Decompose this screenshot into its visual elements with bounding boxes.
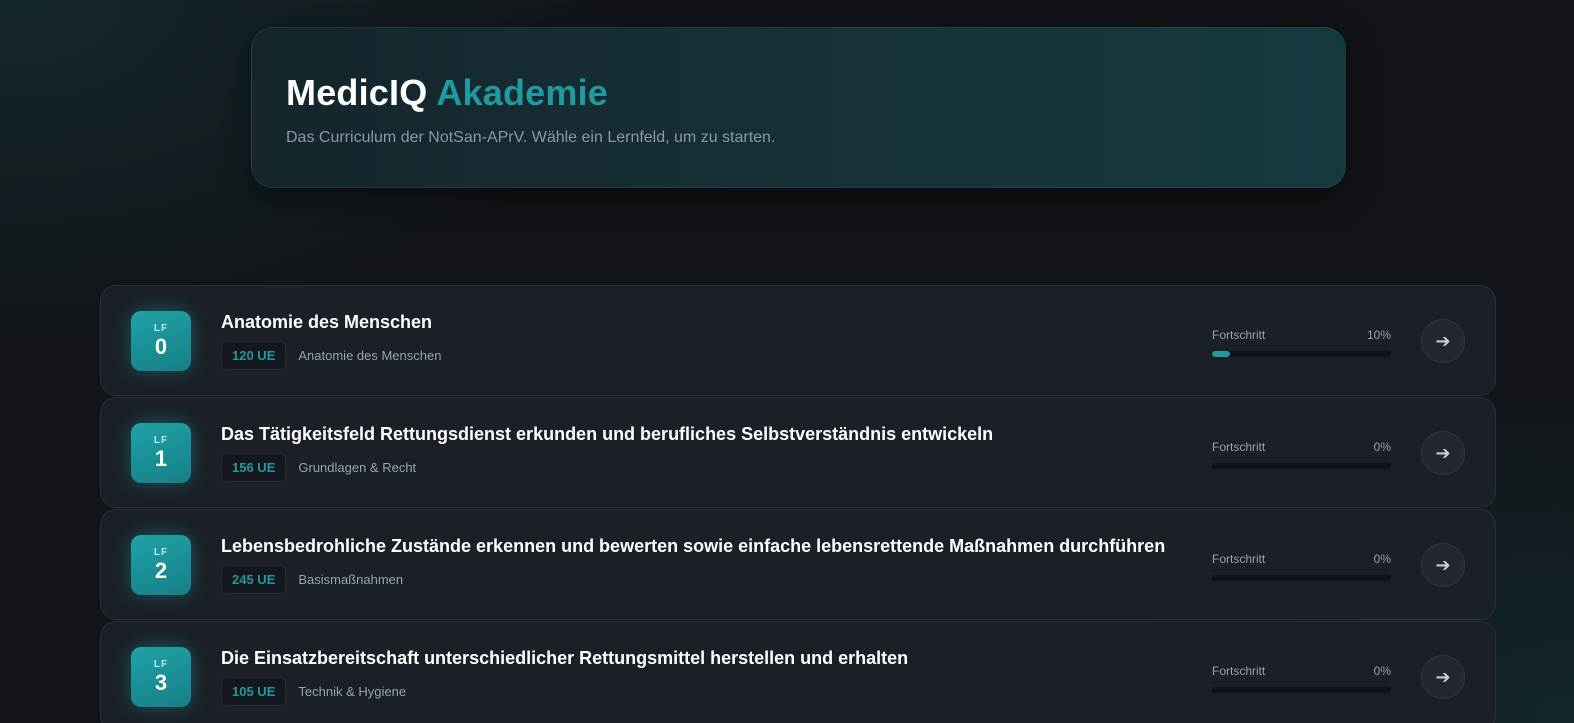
progress-block: Fortschritt 0% [1212,664,1391,693]
progress-label: Fortschritt [1212,552,1266,566]
module-category: Anatomie des Menschen [298,348,442,363]
progress-percent: 0% [1373,552,1391,566]
progress-block: Fortschritt 10% [1212,328,1391,357]
badge-label: LF [153,658,169,670]
hero-panel: MedicIQ Akademie Das Curriculum der NotS… [251,27,1346,188]
module-category: Grundlagen & Recht [298,460,417,475]
progress-percent: 0% [1373,664,1391,678]
badge-number: 0 [154,333,168,359]
module-category: Technik & Hygiene [298,684,407,699]
progress-bar [1212,351,1391,357]
ue-badge: 245 UE [221,565,287,594]
arrow-right-icon[interactable]: ➔ [1421,319,1465,363]
progress-label: Fortschritt [1212,664,1266,678]
module-card-1[interactable]: LF 1 Das Tätigkeitsfeld Rettungsdienst e… [100,397,1496,508]
module-card-3[interactable]: LF 3 Die Einsatzbereitschaft unterschied… [100,621,1496,723]
module-card-2[interactable]: LF 2 Lebensbedrohliche Zustände erkennen… [100,509,1496,620]
module-card-0[interactable]: LF 0 Anatomie des Menschen 120 UE Anatom… [100,285,1496,396]
progress-fill [1212,351,1230,357]
progress-label: Fortschritt [1212,328,1266,342]
badge-label: LF [153,322,169,334]
ue-badge: 120 UE [221,341,287,370]
progress-bar [1212,687,1391,693]
page-title: MedicIQ Akademie [286,73,1311,113]
badge-label: LF [153,546,169,558]
badge-label: LF [153,434,169,446]
progress-bar [1212,463,1391,469]
badge-number: 2 [154,557,168,583]
progress-block: Fortschritt 0% [1212,440,1391,469]
ue-badge: 105 UE [221,677,287,706]
module-category: Basismaßnahmen [298,572,404,587]
ue-badge: 156 UE [221,453,287,482]
lernfeld-badge: LF 3 [131,646,191,707]
progress-percent: 0% [1373,440,1391,454]
arrow-right-icon[interactable]: ➔ [1421,655,1465,699]
lernfeld-badge: LF 2 [131,534,191,595]
title-main: MedicIQ [286,72,428,113]
badge-number: 3 [154,669,168,695]
title-accent: Akademie [436,72,608,113]
arrow-right-icon[interactable]: ➔ [1421,431,1465,475]
arrow-right-icon[interactable]: ➔ [1421,543,1465,587]
progress-label: Fortschritt [1212,440,1266,454]
lernfeld-badge: LF 1 [131,422,191,483]
progress-block: Fortschritt 0% [1212,552,1391,581]
page-subtitle: Das Curriculum der NotSan-APrV. Wähle ei… [286,129,776,146]
progress-bar [1212,575,1391,581]
module-list: LF 0 Anatomie des Menschen 120 UE Anatom… [100,285,1496,723]
badge-number: 1 [154,445,168,471]
progress-percent: 10% [1366,328,1391,342]
lernfeld-badge: LF 0 [131,310,191,371]
